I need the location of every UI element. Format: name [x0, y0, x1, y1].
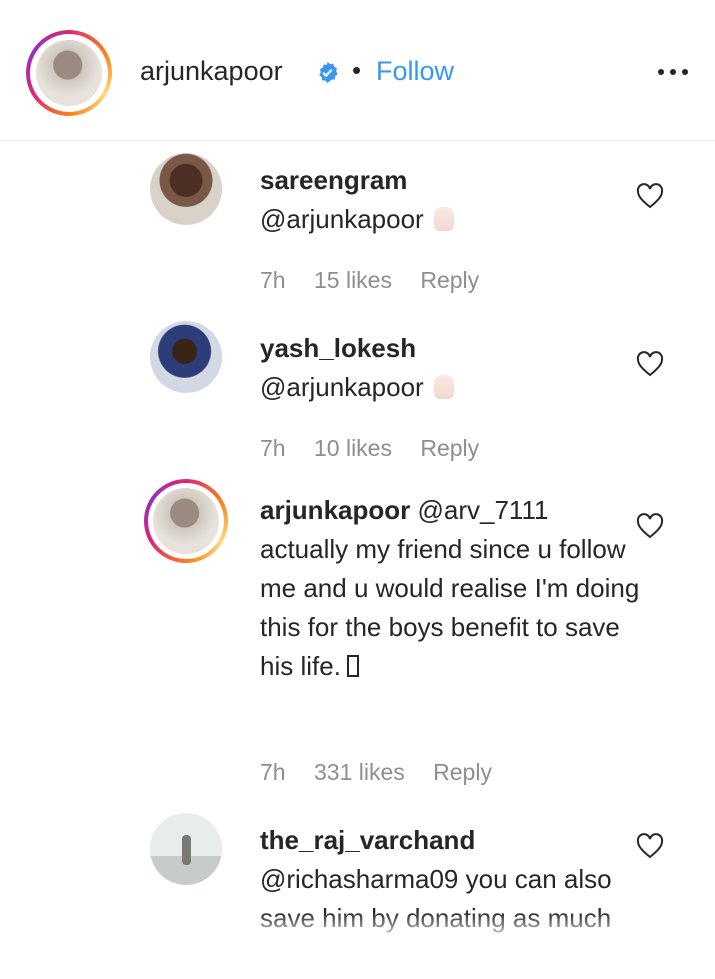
- scroll-fade: [0, 912, 715, 948]
- comment-body: yash_lokesh @arjunkapoor: [260, 329, 640, 407]
- comment-body: arjunkapoor @arv_7111 actually my friend…: [260, 491, 640, 686]
- verified-badge-icon: [319, 61, 338, 84]
- comment-mention[interactable]: @arv_7111: [417, 495, 548, 525]
- hands-emoji-icon: [433, 207, 454, 231]
- comment-text[interactable]: @arjunkapoor: [260, 372, 424, 402]
- unsupported-glyph-icon: [346, 655, 359, 677]
- comment-time: 7h: [260, 435, 286, 461]
- comment-body: sareengram @arjunkapoor: [260, 161, 640, 239]
- comment-mention[interactable]: @richasharma09: [260, 864, 458, 894]
- more-horizontal-icon[interactable]: [656, 60, 690, 84]
- comment-meta: 7h 331 likes Reply: [260, 759, 514, 786]
- heart-icon[interactable]: [636, 183, 664, 209]
- reply-button[interactable]: Reply: [420, 267, 479, 293]
- heart-icon[interactable]: [636, 833, 664, 859]
- follow-button[interactable]: Follow: [376, 56, 454, 87]
- profile-avatar[interactable]: [26, 30, 112, 116]
- comment-likes[interactable]: 15 likes: [314, 267, 392, 293]
- comment-username[interactable]: the_raj_varchand: [260, 821, 640, 860]
- header-username[interactable]: arjunkapoor: [140, 56, 283, 87]
- heart-icon[interactable]: [636, 351, 664, 377]
- comment-item: arjunkapoor @arv_7111 actually my friend…: [0, 479, 715, 809]
- comment-item: yash_lokesh @arjunkapoor 7h 10 likes Rep…: [0, 317, 715, 482]
- comment-list[interactable]: sareengram @arjunkapoor 7h 15 likes Repl…: [0, 141, 715, 947]
- comment-text[interactable]: @arjunkapoor: [260, 204, 424, 234]
- comment-time: 7h: [260, 759, 286, 785]
- comment-likes[interactable]: 331 likes: [314, 759, 405, 785]
- separator-dot: •: [352, 55, 362, 85]
- comment-meta: 7h 15 likes Reply: [260, 267, 501, 294]
- reply-button[interactable]: Reply: [433, 759, 492, 785]
- reply-button[interactable]: Reply: [420, 435, 479, 461]
- commenter-avatar[interactable]: [144, 479, 228, 563]
- commenter-avatar[interactable]: [150, 321, 222, 393]
- commenter-avatar[interactable]: [150, 813, 222, 885]
- comment-time: 7h: [260, 267, 286, 293]
- comment-likes[interactable]: 10 likes: [314, 435, 392, 461]
- comment-item: sareengram @arjunkapoor 7h 15 likes Repl…: [0, 149, 715, 314]
- comment-username[interactable]: yash_lokesh: [260, 329, 640, 368]
- heart-icon[interactable]: [636, 513, 664, 539]
- comment-text[interactable]: actually my friend since u follow me and…: [260, 534, 639, 681]
- comment-username[interactable]: arjunkapoor: [260, 495, 410, 525]
- commenter-avatar[interactable]: [150, 153, 222, 225]
- post-header: arjunkapoor • Follow: [0, 0, 715, 140]
- bottom-strip: [0, 948, 715, 979]
- comment-username[interactable]: sareengram: [260, 161, 640, 200]
- comment-meta: 7h 10 likes Reply: [260, 435, 501, 462]
- hands-emoji-icon: [433, 375, 454, 399]
